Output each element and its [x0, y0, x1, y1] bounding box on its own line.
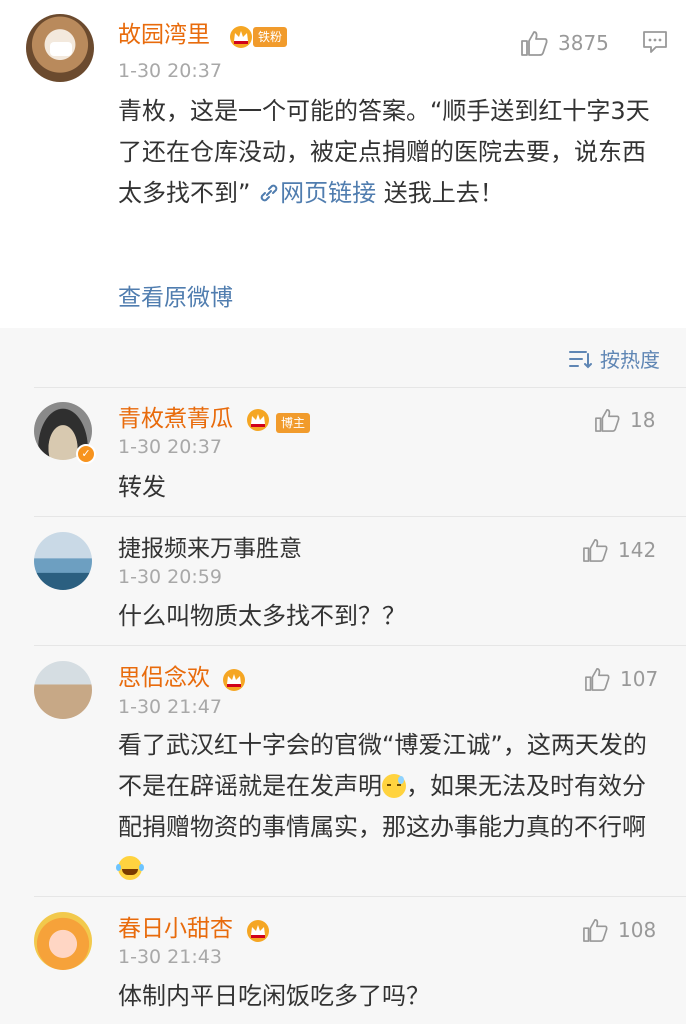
thumbs-up-icon	[521, 31, 548, 56]
fan-badge: 铁粉	[253, 27, 288, 47]
like-count: 18	[630, 408, 656, 432]
comment-text: 转发	[118, 473, 166, 501]
avatar[interactable]	[34, 661, 92, 719]
username[interactable]: 青枚煮菁瓜	[118, 408, 233, 431]
divider	[34, 896, 686, 897]
thumbs-up-icon	[583, 539, 608, 562]
comment-time: 1-30 20:37	[118, 436, 222, 458]
avatar[interactable]	[34, 912, 92, 970]
thumbs-up-icon	[583, 919, 608, 942]
username[interactable]: 思侣念欢	[118, 667, 210, 690]
verified-icon: ✓	[76, 444, 96, 464]
link-icon	[260, 184, 278, 202]
post-text: 青枚，这是一个可能的答案。“顺手送到红十字3天了还在仓库没动，被定点捐赠的医院去…	[118, 91, 663, 214]
like-button[interactable]: 18	[594, 408, 655, 432]
comment-text: 体制内平日吃闲饭吃多了吗？	[118, 982, 430, 1010]
thumbs-up-icon	[585, 668, 610, 691]
username[interactable]: 捷报频来万事胜意	[118, 538, 302, 561]
sweat-emoji-icon	[382, 774, 406, 798]
thumbs-up-icon	[595, 409, 620, 432]
author-badge: 博主	[276, 413, 311, 433]
crying-laughing-emoji-icon	[116, 856, 144, 880]
crown-icon	[230, 26, 252, 48]
comment-text: 看了武汉红十字会的官微“博爱江诚”，这两天发的不是在辟谣就是在发声明 ，如果无法及…	[116, 725, 653, 889]
view-original-link[interactable]: 查看原微博	[118, 278, 233, 312]
web-link-label: 网页链接	[280, 179, 377, 207]
divider	[34, 516, 686, 517]
comment-text: 什么叫物质太多找不到？？	[118, 602, 406, 630]
avatar[interactable]	[26, 14, 94, 82]
post-time: 1-30 20:37	[118, 60, 222, 82]
crown-icon	[223, 669, 245, 691]
main-post: 故园湾里 铁粉 1-30 20:37 3875 青枚，这是一个可能的答案。“顺手…	[0, 0, 686, 328]
like-count: 108	[618, 918, 657, 942]
username[interactable]: 春日小甜杏	[118, 918, 233, 941]
like-count: 3875	[558, 31, 609, 55]
comment-time: 1-30 21:47	[118, 696, 222, 718]
like-count: 142	[618, 538, 657, 562]
crown-icon	[247, 409, 269, 431]
comment-time: 1-30 20:59	[118, 566, 222, 588]
sort-label: 按热度	[600, 348, 660, 372]
like-button[interactable]: 3875	[520, 30, 609, 56]
web-link[interactable]: 网页链接	[258, 179, 384, 207]
like-button[interactable]: 142	[582, 538, 656, 562]
divider	[34, 387, 686, 388]
avatar[interactable]	[34, 532, 92, 590]
like-count: 107	[620, 667, 659, 691]
post-text-tail: 送我上去！	[383, 179, 504, 207]
comment-icon[interactable]	[642, 30, 668, 54]
crown-icon	[247, 920, 269, 942]
username[interactable]: 故园湾里	[118, 24, 210, 47]
divider	[34, 645, 686, 646]
like-button[interactable]: 107	[584, 667, 658, 691]
sort-icon	[569, 350, 592, 368]
like-button[interactable]: 108	[582, 918, 656, 942]
comment-time: 1-30 21:43	[118, 946, 222, 968]
sort-by-hot-button[interactable]: 按热度	[568, 344, 660, 373]
